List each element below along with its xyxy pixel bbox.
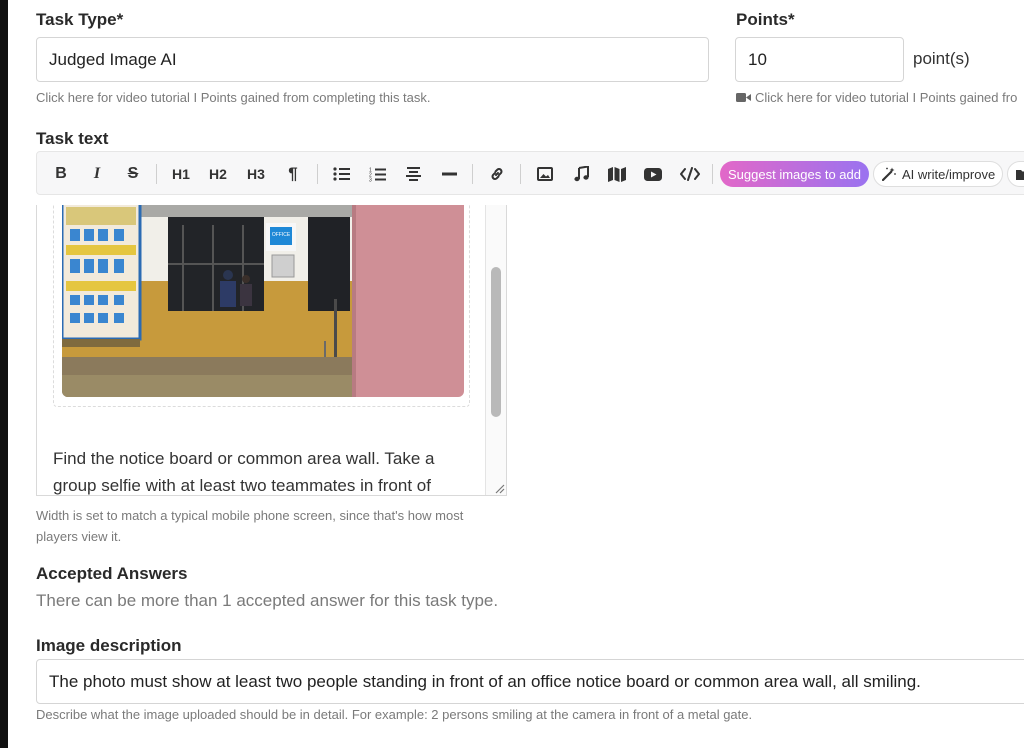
image-description-label: Image description [36, 636, 182, 655]
heading2-button[interactable]: H2 [204, 152, 232, 196]
strikethrough-button[interactable]: S [121, 152, 145, 196]
toolbar-separator [317, 164, 318, 184]
bullet-list-icon [332, 167, 350, 181]
insert-video-button[interactable] [641, 152, 665, 196]
image-icon [537, 167, 553, 181]
ai-write-label: AI write/improve [902, 166, 996, 182]
width-hint-line: players view it. [36, 529, 122, 544]
window-left-edge [0, 0, 8, 748]
task-photo[interactable]: OFFICE [62, 205, 464, 397]
task-text-label: Task text [36, 129, 109, 148]
numbered-list-button[interactable]: 123 [365, 152, 389, 196]
task-type-hint[interactable]: Click here for video tutorial I Points g… [36, 90, 431, 105]
horizontal-rule-icon [441, 172, 457, 176]
insert-audio-button[interactable] [569, 152, 593, 196]
editor-toolbar: B I S H1 H2 H3 ¶ 123 Suggest images to a… [36, 151, 1024, 195]
folder-icon [1016, 169, 1024, 180]
horizontal-rule-button[interactable] [437, 152, 461, 196]
width-hint-line: Width is set to match a typical mobile p… [36, 508, 464, 523]
resize-grip-icon[interactable] [493, 482, 505, 494]
video-camera-icon [736, 93, 751, 102]
link-button[interactable] [485, 152, 509, 196]
points-unit: point(s) [913, 49, 970, 68]
points-hint-link[interactable]: Click here for video tutorial I Points g… [736, 90, 1017, 105]
italic-button[interactable]: I [85, 152, 109, 196]
editor-scrollbar[interactable] [485, 205, 506, 495]
insert-image-button[interactable] [533, 152, 557, 196]
numbered-list-icon: 123 [369, 167, 386, 182]
task-text-content: Find the notice board or common area wal… [53, 445, 473, 495]
task-text-line: Find the notice board or common area wal… [53, 449, 435, 468]
task-type-label: Task Type* [36, 10, 124, 29]
accepted-answers-label: Accepted Answers [36, 564, 188, 583]
insert-map-button[interactable] [605, 152, 629, 196]
music-note-icon [573, 166, 589, 182]
toolbar-separator [156, 164, 157, 184]
paragraph-button[interactable]: ¶ [281, 152, 305, 196]
width-hint: Width is set to match a typical mobile p… [36, 505, 463, 547]
points-hint-text: Click here for video tutorial I Points g… [755, 90, 1018, 105]
accepted-answers-text: There can be more than 1 accepted answer… [36, 591, 499, 610]
task-text-editor[interactable]: OFFICE Find the notice board or common a… [36, 205, 507, 496]
points-input[interactable]: 10 [735, 37, 904, 82]
link-icon [491, 168, 503, 180]
bold-button[interactable]: B [49, 152, 73, 196]
youtube-icon [644, 167, 662, 181]
suggest-images-button[interactable]: Suggest images to add [720, 161, 869, 187]
svg-text:3: 3 [369, 177, 372, 182]
code-icon [680, 167, 700, 181]
toolbar-separator [520, 164, 521, 184]
align-center-button[interactable] [401, 152, 425, 196]
toolbar-separator [472, 164, 473, 184]
scrollbar-thumb[interactable] [491, 267, 501, 417]
code-view-button[interactable] [677, 152, 703, 196]
heading1-button[interactable]: H1 [167, 152, 195, 196]
bullet-list-button[interactable] [329, 152, 353, 196]
ai-write-button[interactable]: AI write/improve [873, 161, 1003, 187]
toolbar-separator [712, 164, 713, 184]
align-center-icon [405, 167, 421, 181]
task-text-line: group selfie with at least two teammates… [53, 476, 431, 495]
image-frame: OFFICE [53, 205, 470, 407]
points-label: Points* [736, 10, 795, 29]
task-type-field[interactable]: Judged Image AI [36, 37, 709, 82]
folder-button[interactable] [1007, 161, 1024, 187]
image-description-input[interactable]: The photo must show at least two people … [36, 659, 1024, 704]
heading3-button[interactable]: H3 [242, 152, 270, 196]
magic-wand-icon [882, 167, 896, 181]
map-icon [608, 166, 626, 182]
office-sign-text: OFFICE [272, 232, 291, 238]
image-description-hint: Describe what the image uploaded should … [36, 707, 753, 722]
